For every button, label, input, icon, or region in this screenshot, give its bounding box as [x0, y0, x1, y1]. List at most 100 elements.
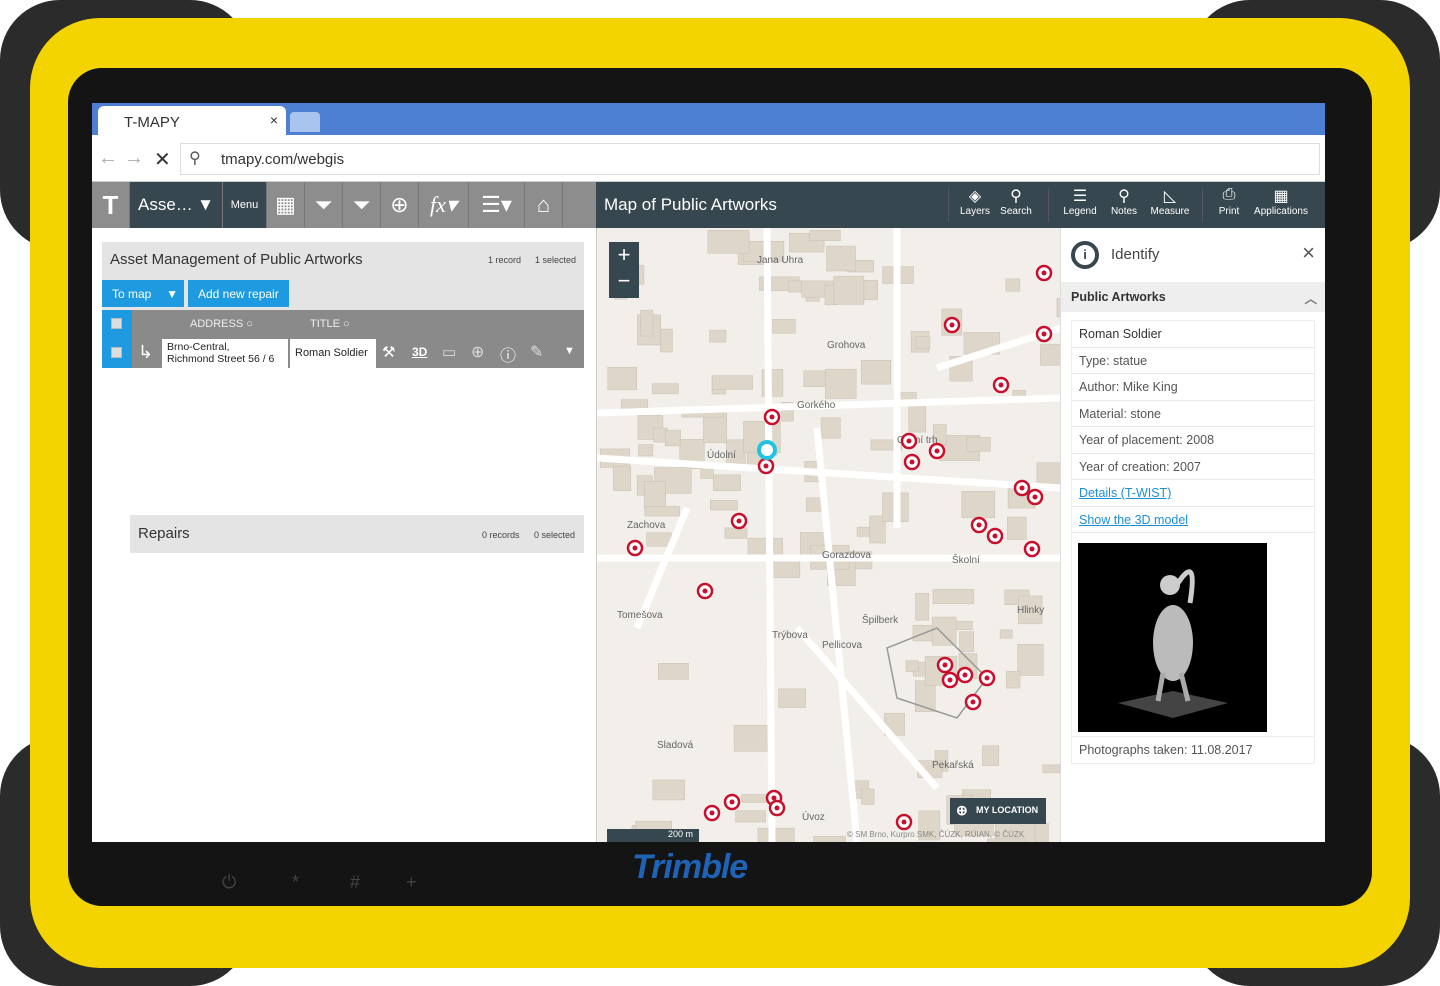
pin-icon: ⚲: [1118, 188, 1130, 205]
layers-icon: ◈: [968, 188, 982, 205]
app-selector-label: Asse…: [138, 195, 193, 214]
hash-key[interactable]: #: [350, 872, 360, 893]
filter-icon[interactable]: ⏷: [305, 182, 343, 228]
artwork-marker-dot: [1041, 270, 1047, 276]
scale-bar: 200 m: [607, 829, 699, 842]
map-title: Map of Public Artworks: [604, 195, 777, 214]
layers-button[interactable]: ◈ Layers: [958, 186, 992, 217]
street-label: Gorkého: [797, 400, 836, 411]
artwork-marker-dot: [934, 448, 940, 454]
app-selector[interactable]: Asse… ▼: [130, 182, 223, 228]
asset-panel-title: Asset Management of Public Artworks: [110, 251, 363, 268]
print-button[interactable]: ⎙ Print: [1212, 186, 1246, 217]
more-icon[interactable]: ▼: [564, 345, 575, 357]
building: [711, 375, 753, 390]
building: [1040, 343, 1060, 366]
attribute-list: Roman Soldier Type: statue Author: Mike …: [1071, 320, 1315, 764]
my-location-button[interactable]: ⊕ MY LOCATION: [950, 798, 1046, 824]
street-label: Hlinky: [1017, 605, 1044, 616]
forward-icon[interactable]: →: [124, 147, 144, 170]
legend-button[interactable]: ☰ Legend: [1060, 186, 1100, 217]
plus-key[interactable]: +: [406, 872, 417, 893]
building: [915, 593, 930, 621]
record-count: 1 record: [488, 255, 522, 265]
power-key[interactable]: ⏻: [222, 872, 236, 893]
layer-title: Public Artworks: [1071, 290, 1166, 304]
map-view[interactable]: Jana Uhra Grohova Gorkého Údolní Obilní trh Z…: [596, 228, 1060, 842]
row-checkbox[interactable]: [111, 347, 122, 358]
repair-icon[interactable]: ⚒: [382, 343, 395, 361]
measure-button[interactable]: ◺ Measure: [1148, 186, 1192, 217]
zoom-in-button[interactable]: +: [609, 242, 639, 268]
globe-icon[interactable]: ⊕: [471, 342, 484, 362]
artwork-marker-dot: [909, 459, 915, 465]
function-icon[interactable]: fx▾: [419, 182, 469, 228]
attribute-row: Year of creation: 2007: [1072, 454, 1314, 480]
details-link[interactable]: Details (T-WIST): [1079, 486, 1171, 500]
repairs-panel[interactable]: Repairs 0 records 0 selected: [130, 515, 584, 553]
statue-photo[interactable]: [1078, 543, 1267, 732]
map-canvas[interactable]: Jana UhraGrohovaGorkéhoÚdolníObilní trhZ…: [597, 228, 1060, 842]
repairs-record-count: 0 records: [482, 530, 520, 540]
divider: [1048, 188, 1049, 222]
home-icon[interactable]: ⌂: [525, 182, 563, 228]
artwork-marker-dot: [1019, 485, 1025, 491]
building: [652, 383, 679, 395]
artwork-marker-dot: [709, 810, 715, 816]
column-header-address[interactable]: ADDRESS ○: [190, 318, 253, 330]
url-input[interactable]: ⚲ tmapy.com/webgis: [180, 143, 1320, 175]
select-all-checkbox[interactable]: [111, 318, 122, 329]
list-icon[interactable]: ☰▾: [469, 182, 525, 228]
cell-address: Brno-Central, Richmond Street 56 / 6: [162, 339, 288, 368]
filter-multi-icon[interactable]: ⏷: [343, 182, 381, 228]
repairs-title: Repairs: [138, 525, 190, 542]
artwork-marker-dot: [970, 699, 976, 705]
search-icon: ⚲: [1010, 188, 1022, 205]
stop-icon[interactable]: ✕: [154, 147, 171, 172]
browser-tab[interactable]: T-MAPY ×: [98, 106, 286, 135]
close-icon[interactable]: ×: [1302, 240, 1315, 266]
folder-icon[interactable]: ▭: [442, 343, 456, 361]
tab-bar: T-MAPY ×: [92, 103, 1325, 135]
show-3d-model-link[interactable]: Show the 3D model: [1079, 513, 1188, 527]
artwork-marker-dot: [992, 533, 998, 539]
back-icon[interactable]: ←: [98, 147, 118, 170]
star-key[interactable]: *: [292, 872, 299, 893]
add-new-repair-button[interactable]: Add new repair: [188, 280, 289, 307]
search-button[interactable]: ⚲ Search: [998, 186, 1034, 217]
add-icon[interactable]: ⊕: [381, 182, 419, 228]
table-icon[interactable]: ▦: [267, 182, 305, 228]
column-header-title[interactable]: TITLE ○: [310, 318, 350, 330]
building: [660, 328, 673, 353]
building: [813, 835, 846, 842]
building: [931, 616, 957, 646]
3d-icon[interactable]: 3D: [412, 345, 427, 359]
legend-label: Legend: [1063, 206, 1097, 217]
applications-label: Applications: [1254, 206, 1308, 217]
row-zoom-icon[interactable]: ↳: [138, 342, 153, 363]
tab-close-icon[interactable]: ×: [270, 112, 278, 128]
notes-button[interactable]: ⚲ Notes: [1106, 186, 1142, 217]
building: [620, 399, 649, 410]
3d-model-row: Show the 3D model: [1072, 507, 1314, 533]
edit-icon[interactable]: ✎: [530, 342, 543, 362]
building: [861, 788, 875, 805]
artwork-marker-dot: [947, 677, 953, 683]
cell-title: Roman Soldier: [290, 339, 376, 368]
street-label: Špilberk: [862, 613, 899, 626]
applications-button[interactable]: ▦ Applications: [1250, 186, 1312, 217]
zoom-out-button[interactable]: −: [609, 268, 639, 294]
info-icon[interactable]: ⓘ: [500, 342, 516, 366]
building: [613, 466, 632, 491]
building: [733, 725, 772, 752]
building: [772, 319, 796, 334]
screen: T-MAPY × ← → ✕ ⚲ tmapy.com/webgis T Asse… ▼…: [92, 103, 1325, 842]
building: [665, 429, 681, 447]
new-tab-button[interactable]: [290, 112, 320, 132]
to-map-button[interactable]: To map ▼: [102, 280, 184, 307]
measure-label: Measure: [1150, 206, 1190, 217]
layer-section-header[interactable]: Public Artworks ︿: [1061, 282, 1325, 312]
logo-icon[interactable]: T: [92, 182, 130, 228]
repairs-selected-count: 0 selected: [534, 530, 576, 540]
menu-button[interactable]: Menu: [223, 182, 267, 228]
